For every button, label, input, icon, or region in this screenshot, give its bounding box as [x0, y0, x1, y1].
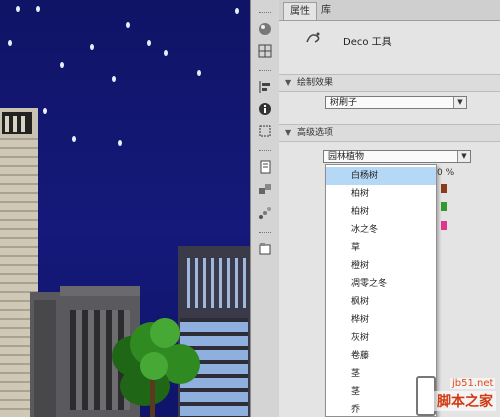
- history-icon[interactable]: [256, 158, 274, 176]
- grip-handle[interactable]: [259, 150, 271, 153]
- star: [118, 140, 122, 146]
- select-value: 园林植物: [328, 152, 365, 162]
- drawing-effect-select[interactable]: 树刷子 ▼: [325, 96, 467, 109]
- percent-value: 0 %: [437, 168, 455, 178]
- list-item[interactable]: 凋零之冬: [326, 275, 436, 293]
- grid-icon[interactable]: [256, 42, 274, 60]
- list-item[interactable]: 枫树: [326, 293, 436, 311]
- section-advanced-options[interactable]: ▼ 高级选项: [279, 124, 500, 142]
- list-item[interactable]: 卷藤: [326, 347, 436, 365]
- watermark-name: 脚本之家: [434, 391, 496, 411]
- list-item[interactable]: 灰树: [326, 329, 436, 347]
- star: [60, 62, 64, 68]
- color-swatch-pink[interactable]: [441, 221, 447, 230]
- info-icon[interactable]: [256, 100, 274, 118]
- star: [90, 44, 94, 50]
- collapse-arrow-icon[interactable]: ▼: [285, 75, 291, 91]
- grip-handle[interactable]: [259, 12, 271, 15]
- star: [16, 6, 20, 12]
- chevron-down-icon[interactable]: ▼: [453, 97, 466, 108]
- star: [126, 22, 130, 28]
- watermark-site: jb51.net: [450, 378, 496, 389]
- tool-title: Deco 工具: [343, 37, 392, 48]
- components-icon[interactable]: [256, 180, 274, 198]
- section-label: 绘制效果: [297, 78, 334, 88]
- list-item[interactable]: 柏树: [326, 185, 436, 203]
- list-item[interactable]: 白杨树: [326, 167, 436, 185]
- stage-canvas[interactable]: [0, 0, 250, 417]
- collapse-arrow-icon[interactable]: ▼: [285, 125, 291, 141]
- tab-library[interactable]: 库: [315, 2, 337, 19]
- star: [43, 108, 47, 114]
- brush-palette-icon[interactable]: [256, 20, 274, 38]
- select-value: 树刷子: [330, 98, 358, 108]
- motion-presets-icon[interactable]: [256, 204, 274, 222]
- star: [72, 136, 76, 142]
- list-item[interactable]: 橙树: [326, 257, 436, 275]
- building-glass: [178, 246, 250, 417]
- list-item[interactable]: 桦树: [326, 311, 436, 329]
- color-swatch-green[interactable]: [441, 202, 447, 211]
- star: [8, 40, 12, 46]
- panel-toolstrip: [250, 0, 280, 417]
- deco-tool-icon: [305, 30, 323, 46]
- panel-tabbar: 属性 库: [279, 0, 500, 21]
- align-icon[interactable]: [256, 78, 274, 96]
- star: [197, 70, 201, 76]
- grip-handle[interactable]: [259, 70, 271, 73]
- grip-handle[interactable]: [259, 232, 271, 235]
- list-item[interactable]: 柏树: [326, 203, 436, 221]
- tab-properties[interactable]: 属性: [283, 2, 317, 20]
- chevron-down-icon[interactable]: ▼: [457, 151, 470, 162]
- list-item[interactable]: 草: [326, 239, 436, 257]
- library-icon[interactable]: [256, 240, 274, 258]
- advanced-options-select[interactable]: 园林植物 ▼: [323, 150, 471, 163]
- star: [36, 6, 40, 12]
- star: [164, 50, 168, 56]
- star: [112, 76, 116, 82]
- section-drawing-effect[interactable]: ▼ 绘制效果: [279, 74, 500, 92]
- star: [147, 40, 151, 46]
- section-label: 高级选项: [297, 128, 334, 138]
- star: [235, 8, 239, 14]
- color-swatch-brown[interactable]: [441, 184, 447, 193]
- watermark-logo: [416, 376, 436, 416]
- transform-icon[interactable]: [256, 122, 274, 140]
- list-item[interactable]: 冰之冬: [326, 221, 436, 239]
